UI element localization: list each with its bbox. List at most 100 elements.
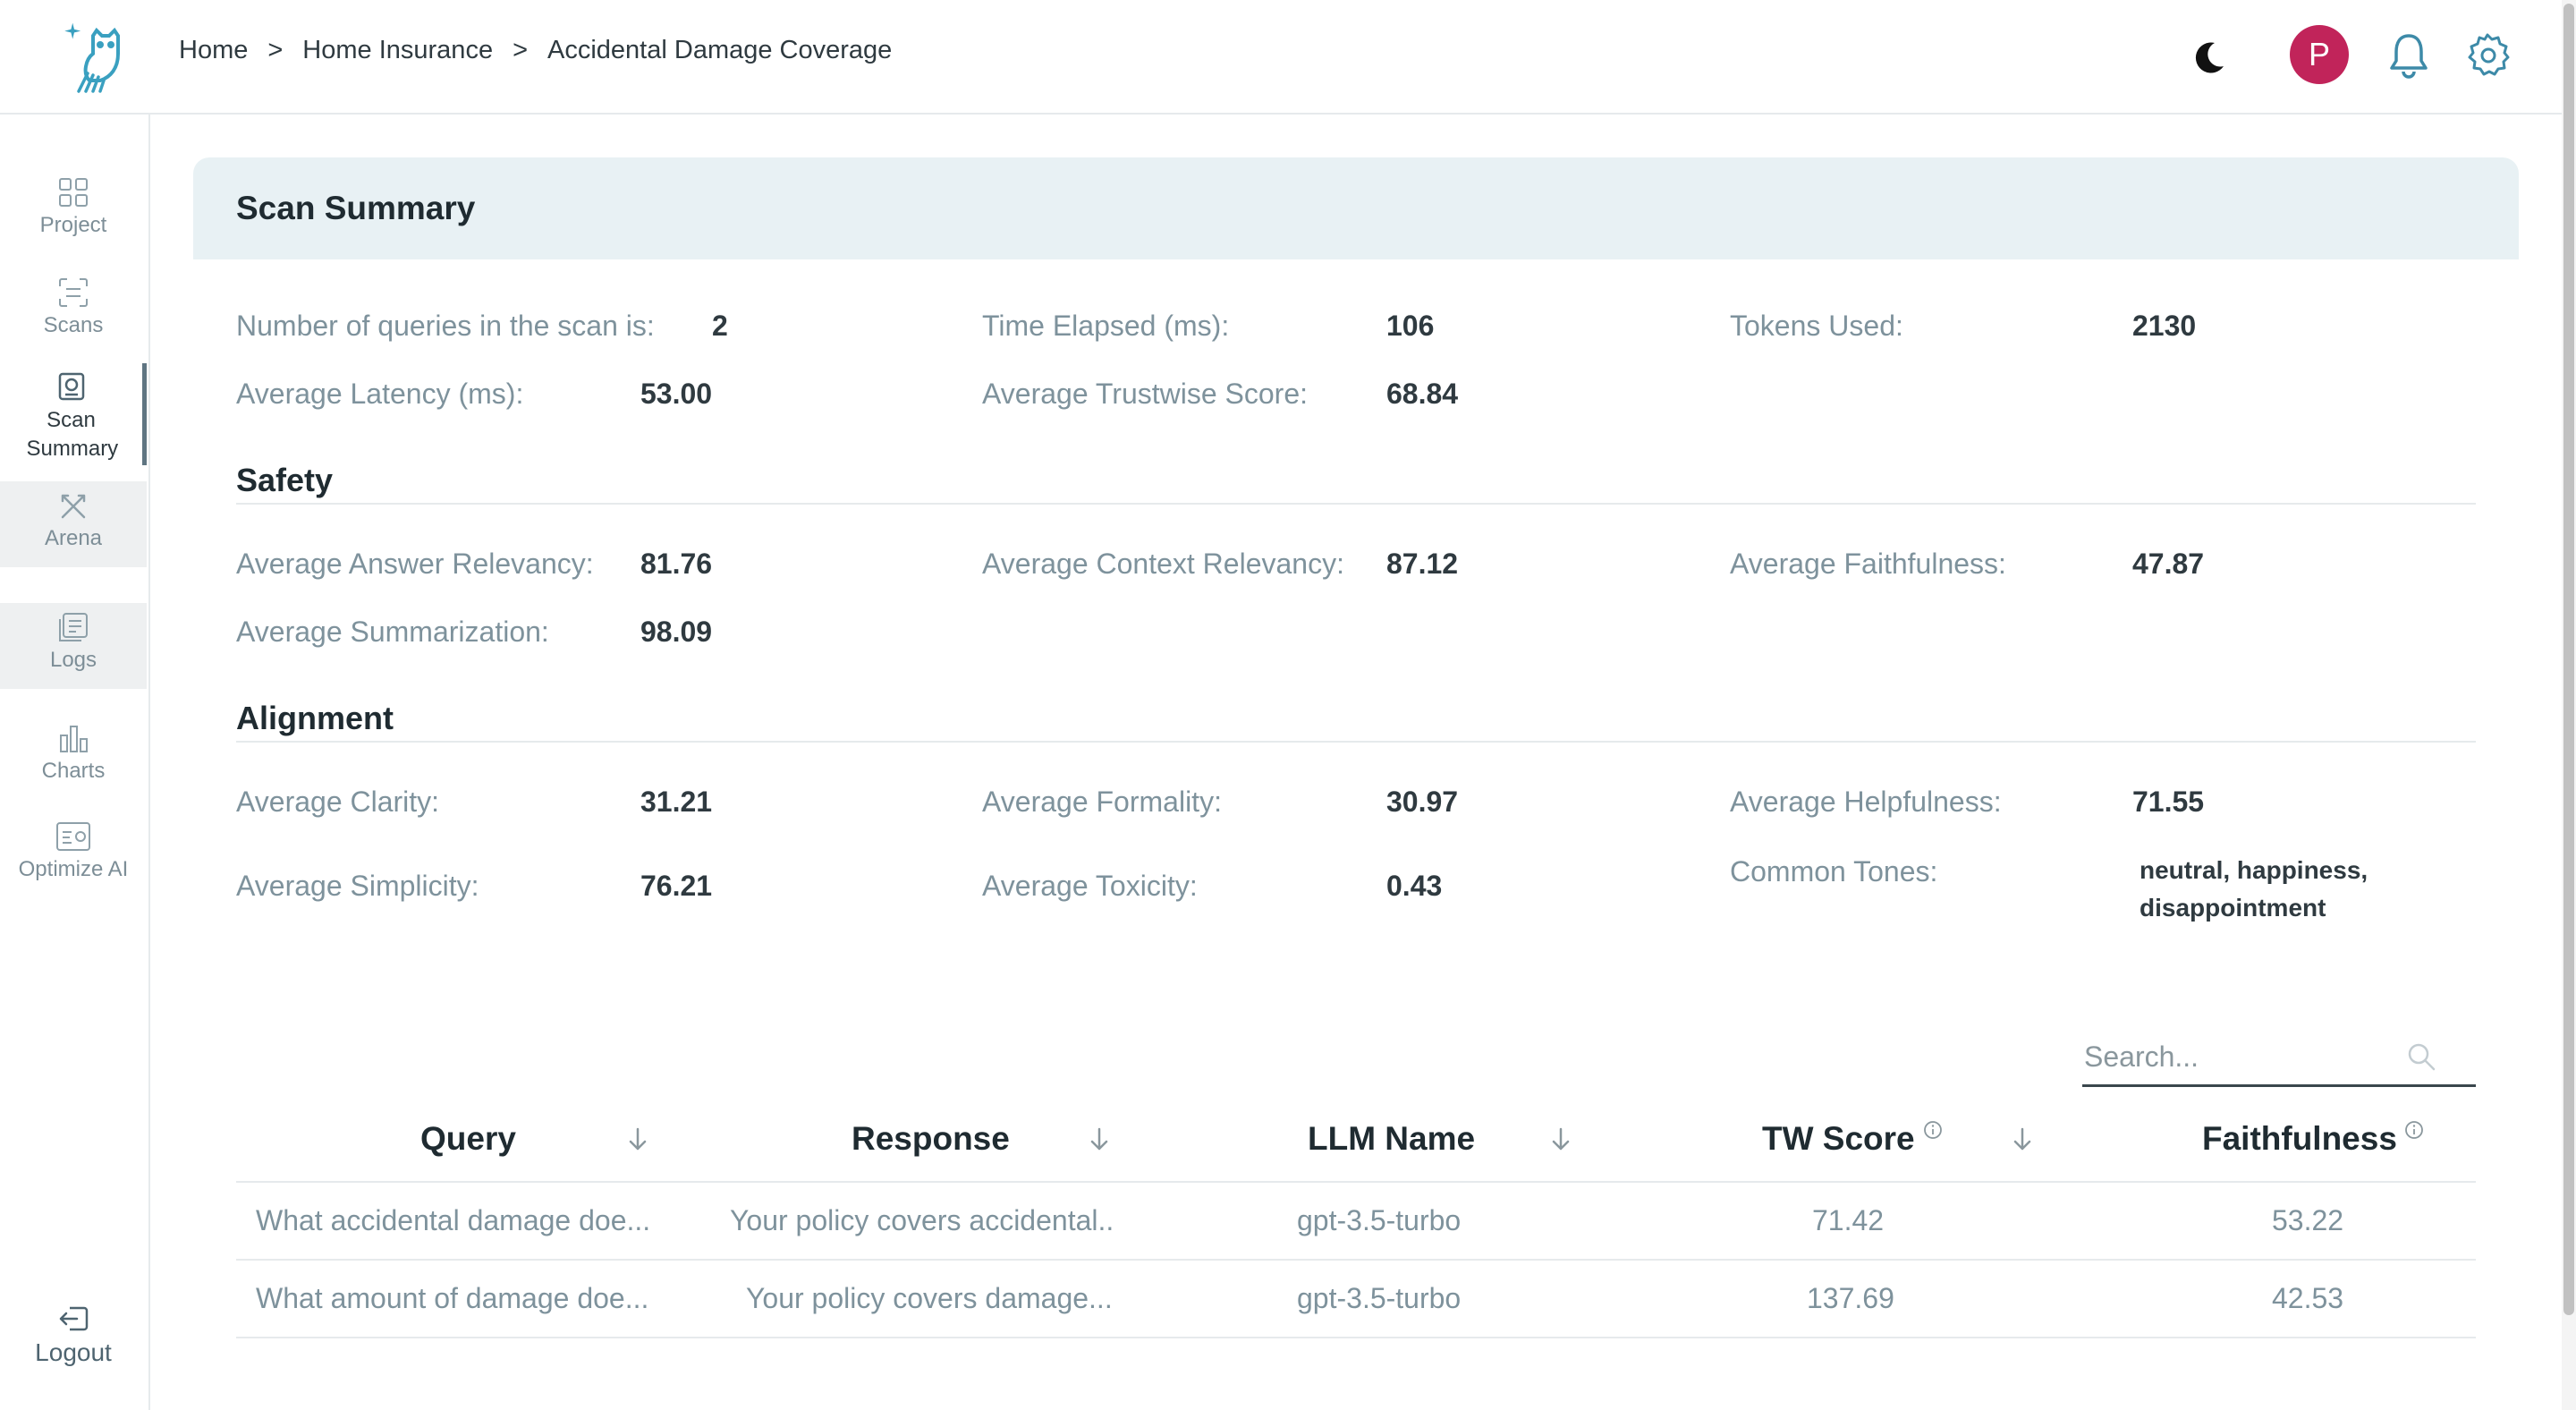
time-elapsed-value: 106 <box>1386 310 1435 342</box>
logout-button[interactable]: Logout <box>0 1304 147 1367</box>
scrollbar-thumb[interactable] <box>2563 4 2574 1315</box>
answer-relevancy-label: Average Answer Relevancy: <box>236 548 594 580</box>
divider <box>236 1337 2476 1338</box>
context-relevancy-label: Average Context Relevancy: <box>982 548 1344 580</box>
moon-icon[interactable] <box>2191 39 2227 75</box>
sidebar-item-arena: Arena <box>0 481 147 567</box>
column-header-response[interactable]: Response <box>852 1120 1010 1158</box>
safety-section-title: Safety <box>236 462 334 498</box>
sidebar-item-label: Project <box>39 213 107 237</box>
breadcrumb-separator: > <box>513 36 529 64</box>
column-header-query[interactable]: Query <box>420 1120 516 1158</box>
tokens-used-value: 2130 <box>2132 310 2197 342</box>
toxicity-label: Average Toxicity: <box>982 870 1198 902</box>
trustwise-score-label: Average Trustwise Score: <box>982 378 1309 410</box>
clarity-value: 31.21 <box>640 786 713 818</box>
helpfulness-label: Average Helpfulness: <box>1730 786 2002 818</box>
scan-summary-header: Scan Summary <box>193 157 2519 259</box>
column-header-faithfulness[interactable]: Faithfulness <box>2202 1120 2397 1158</box>
breadcrumb-home[interactable]: Home <box>179 36 248 65</box>
bell-icon[interactable] <box>2386 32 2431 79</box>
trustwise-score-value: 68.84 <box>1386 378 1459 410</box>
search-input[interactable] <box>2082 1034 2408 1079</box>
latency-value: 53.00 <box>640 378 713 410</box>
breadcrumb: Home > Home Insurance > Accidental Damag… <box>179 36 892 65</box>
grid-icon <box>59 178 88 207</box>
divider <box>236 503 2476 505</box>
toxicity-value: 0.43 <box>1386 870 1443 902</box>
sidebar-item-label: Optimize AI <box>18 857 129 881</box>
common-tones-label: Common Tones: <box>1730 855 1938 888</box>
query-cell: What accidental damage doe... <box>256 1204 651 1236</box>
scan-icon <box>59 278 88 307</box>
divider <box>236 741 2476 743</box>
sidebar-item-label: Arena <box>44 526 103 550</box>
common-tones-line: disappointment <box>2140 894 2326 922</box>
column-header-tw-score[interactable]: TW Score <box>1762 1120 1915 1158</box>
sidebar-item-project[interactable]: Project <box>0 177 147 238</box>
scan-summary-icon <box>58 372 84 401</box>
context-relevancy-value: 87.12 <box>1386 548 1459 580</box>
faithfulness-label: Average Faithfulness: <box>1730 548 2006 580</box>
llm-name-cell: gpt-3.5-turbo <box>1297 1204 1462 1236</box>
column-header-llm-name[interactable]: LLM Name <box>1308 1120 1475 1158</box>
sidebar-item-charts[interactable]: Charts <box>0 723 147 784</box>
sidebar-item-scans[interactable]: Scans <box>0 277 147 338</box>
queries-value: 2 <box>712 310 728 342</box>
llm-name-cell: gpt-3.5-turbo <box>1297 1282 1462 1314</box>
alignment-section-title: Alignment <box>236 700 394 736</box>
info-icon[interactable] <box>1923 1120 1943 1140</box>
optimize-icon <box>56 822 90 851</box>
sort-arrow-icon[interactable] <box>2011 1125 2034 1152</box>
sidebar: Project Scans Scan Summary Arena Logs Ch… <box>0 115 150 1410</box>
info-icon[interactable] <box>2404 1120 2424 1140</box>
sort-arrow-icon[interactable] <box>1549 1125 1572 1152</box>
sidebar-item-label: Charts <box>41 759 106 783</box>
page-title: Scan Summary <box>236 190 476 226</box>
formality-label: Average Formality: <box>982 786 1222 818</box>
simplicity-value: 76.21 <box>640 870 713 902</box>
breadcrumb-separator: > <box>267 36 284 64</box>
search-box <box>2082 1029 2476 1087</box>
breadcrumb-home-insurance[interactable]: Home Insurance <box>302 36 493 65</box>
avatar[interactable]: P <box>2290 25 2349 84</box>
tokens-used-label: Tokens Used: <box>1730 310 1903 342</box>
sidebar-item-label: Logs <box>49 648 97 672</box>
faithfulness-cell: 53.22 <box>2272 1204 2344 1236</box>
common-tones-value: neutral, happiness, disappointment <box>2140 852 2444 927</box>
queries-label: Number of queries in the scan is: <box>236 310 655 342</box>
clarity-label: Average Clarity: <box>236 786 440 818</box>
answer-relevancy-value: 81.76 <box>640 548 713 580</box>
top-header: Home > Home Insurance > Accidental Damag… <box>0 0 2562 115</box>
logs-icon <box>59 613 88 641</box>
sort-arrow-icon[interactable] <box>1088 1125 1111 1152</box>
sidebar-item-label: Scans <box>43 313 104 337</box>
common-tones-line: neutral, happiness, <box>2140 856 2368 884</box>
search-icon[interactable] <box>2406 1041 2436 1072</box>
faithfulness-cell: 42.53 <box>2272 1282 2344 1314</box>
helpfulness-value: 71.55 <box>2132 786 2205 818</box>
query-cell: What amount of damage doe... <box>256 1282 649 1314</box>
gear-icon[interactable] <box>2465 32 2510 77</box>
summarization-label: Average Summarization: <box>236 616 549 648</box>
faithfulness-value: 47.87 <box>2132 548 2205 580</box>
logout-icon <box>59 1306 89 1331</box>
sidebar-item-logs: Logs <box>0 603 147 689</box>
sidebar-item-optimize-ai[interactable]: Optimize AI <box>0 821 147 882</box>
simplicity-label: Average Simplicity: <box>236 870 479 902</box>
latency-label: Average Latency (ms): <box>236 378 524 410</box>
response-cell: Your policy covers accidental.. <box>730 1204 1114 1236</box>
header-actions: P <box>2191 23 2531 86</box>
breadcrumb-current: Accidental Damage Coverage <box>547 36 893 64</box>
owl-logo-icon[interactable] <box>63 18 127 93</box>
arena-icon <box>61 494 86 519</box>
sidebar-item-label: Scan Summary <box>26 408 119 461</box>
summarization-value: 98.09 <box>640 616 713 648</box>
sort-arrow-icon[interactable] <box>626 1125 649 1152</box>
formality-value: 30.97 <box>1386 786 1459 818</box>
response-cell: Your policy covers damage... <box>746 1282 1113 1314</box>
sidebar-item-scan-summary[interactable]: Scan Summary <box>0 363 147 465</box>
table-row[interactable]: What amount of damage doe... Your policy… <box>236 1259 2476 1338</box>
bar-chart-icon <box>60 726 88 752</box>
table-row[interactable]: What accidental damage doe... Your polic… <box>236 1181 2476 1260</box>
